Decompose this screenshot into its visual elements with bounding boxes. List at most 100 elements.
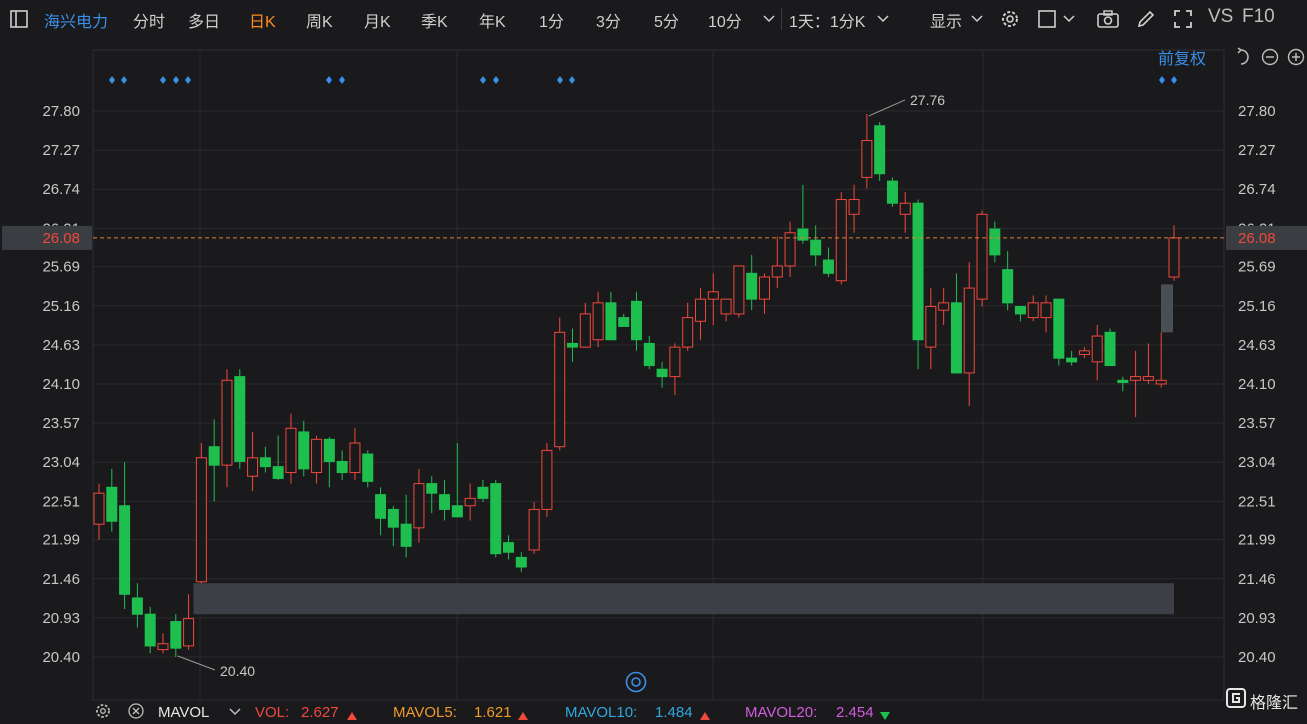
y-tick-label-right: 25.69 (1238, 259, 1276, 276)
candle-body (554, 331, 566, 448)
candle-body (349, 442, 361, 474)
reset-icon[interactable] (1237, 47, 1249, 65)
tab-period-3[interactable]: 周K (306, 8, 333, 32)
candle-body (758, 276, 770, 300)
f10-button[interactable]: F10 (1242, 6, 1275, 28)
candle-body (234, 376, 246, 462)
candle-body (131, 597, 143, 615)
y-tick-label-left: 20.40 (42, 649, 80, 666)
candle-body (618, 317, 630, 327)
watermark-logo (1226, 688, 1246, 712)
interval-select[interactable]: 1天：1分K (789, 8, 865, 32)
low-label: 20.40 (220, 663, 255, 679)
candle-body (387, 508, 399, 528)
gear-icon[interactable] (997, 6, 1023, 32)
candle-body (899, 202, 911, 215)
indicator-selector[interactable]: MAVOL (158, 704, 209, 721)
up-arrow-icon (700, 707, 710, 724)
candle (541, 443, 553, 517)
candle-body (822, 259, 834, 274)
zoom-in-icon[interactable] (1287, 48, 1305, 66)
candle-body (874, 125, 886, 175)
candle-body (1155, 379, 1167, 385)
candle-body (195, 457, 207, 583)
candle-body (1053, 298, 1065, 359)
y-tick-label-left: 27.27 (42, 142, 80, 159)
candle-body (733, 265, 745, 315)
chevron-down-icon[interactable] (756, 6, 782, 32)
mavol10-label: MAVOL10: (565, 704, 638, 721)
candle-body (272, 466, 284, 479)
candle (1053, 298, 1065, 366)
current-price-left: 26.08 (42, 230, 80, 247)
close-icon[interactable] (127, 702, 145, 724)
tab-period-7[interactable]: 1分 (539, 8, 564, 32)
candle (874, 122, 886, 182)
candle-body (707, 291, 719, 300)
camera-icon[interactable] (1095, 6, 1121, 32)
candle-body (771, 265, 783, 278)
candle-body (976, 213, 988, 300)
adjust-mode-label[interactable]: 前复权 (1158, 50, 1206, 68)
chevron-down-icon[interactable] (229, 703, 241, 720)
candle-body (362, 453, 374, 482)
candle-body (426, 483, 438, 494)
candle-body (1130, 376, 1142, 381)
high-label: 27.76 (910, 92, 945, 108)
candle-body (682, 317, 694, 348)
tab-period-4[interactable]: 月K (364, 8, 391, 32)
y-tick-label-left: 25.69 (42, 259, 80, 276)
y-tick-label-right: 25.16 (1238, 298, 1276, 315)
candle (1104, 328, 1116, 367)
candle-body (1104, 331, 1116, 367)
tab-period-1[interactable]: 多日 (188, 8, 220, 32)
tab-period-10[interactable]: 10分 (708, 8, 742, 32)
fullscreen-icon[interactable] (1170, 6, 1196, 32)
sidebar-toggle-icon[interactable] (6, 6, 32, 32)
tab-period-9[interactable]: 5分 (654, 8, 679, 32)
gear-icon[interactable] (94, 702, 112, 724)
tab-period-0[interactable]: 分时 (133, 8, 165, 32)
gap-band (1161, 284, 1173, 333)
candle-body (106, 486, 118, 522)
vs-compare-button[interactable]: VS (1208, 6, 1233, 28)
chevron-down-icon[interactable] (964, 6, 990, 32)
y-tick-label-right: 21.99 (1238, 532, 1276, 549)
chart-toolbar: 海兴电力 分时 多日 日K 周K 月K 季K 年K 1分 3分 5分 10分 1… (0, 0, 1307, 38)
y-tick-label-left: 26.74 (42, 181, 80, 198)
y-tick-label-right: 27.27 (1238, 142, 1276, 159)
up-arrow-icon (347, 707, 357, 724)
candle-body (720, 298, 732, 315)
tab-period-2[interactable]: 日K (249, 8, 276, 32)
candle-body (656, 368, 668, 378)
candle-body (157, 643, 169, 651)
candle-body (400, 523, 412, 547)
candle-body (938, 302, 950, 311)
candle-body (1078, 350, 1090, 355)
tab-period-6[interactable]: 年K (479, 8, 506, 32)
candle-body (375, 494, 387, 519)
candle-body (1027, 302, 1039, 319)
candle-body (336, 460, 348, 474)
toolbar-divider (781, 8, 782, 30)
display-menu[interactable]: 显示 (930, 8, 962, 32)
kline-svg[interactable]: 27.8027.2726.7426.2125.6925.1624.6324.10… (0, 38, 1307, 718)
candle (733, 265, 745, 318)
candle-body (950, 302, 962, 374)
candle-body (1002, 269, 1014, 304)
mavol5-label: MAVOL5: (393, 704, 457, 721)
tab-period-8[interactable]: 3分 (596, 8, 621, 32)
y-tick-label-left: 21.99 (42, 532, 80, 549)
candle-body (170, 621, 182, 649)
candle-body (119, 505, 131, 595)
kline-chart[interactable]: 27.8027.2726.7426.2125.6925.1624.6324.10… (0, 38, 1307, 718)
chevron-down-icon[interactable] (1056, 6, 1082, 32)
tab-period-5[interactable]: 季K (421, 8, 448, 32)
chevron-down-icon[interactable] (870, 6, 896, 32)
stock-name[interactable]: 海兴电力 (44, 8, 108, 32)
y-tick-label-right: 27.80 (1238, 103, 1276, 120)
pencil-icon[interactable] (1133, 6, 1159, 32)
current-price-tag-left: 26.08 (2, 225, 92, 250)
candle-body (323, 438, 335, 462)
zoom-out-icon[interactable] (1261, 48, 1279, 66)
